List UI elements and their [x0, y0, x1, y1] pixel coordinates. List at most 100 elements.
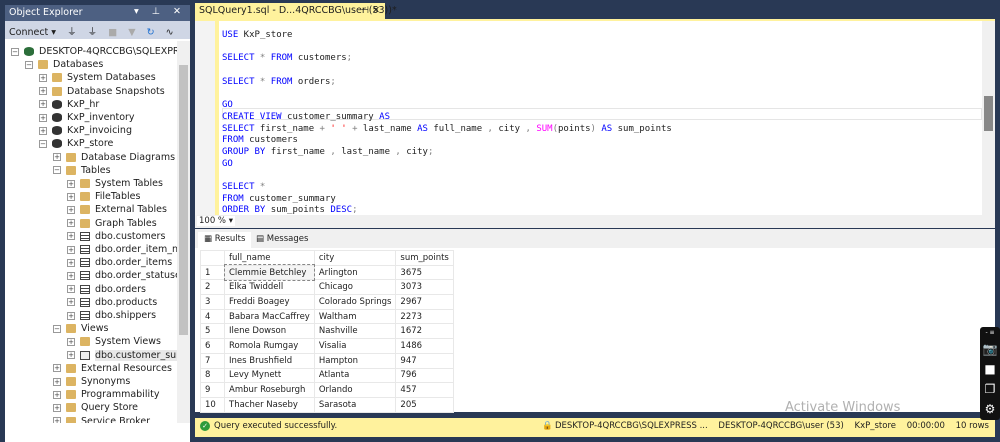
table-cell[interactable]: Sarasota: [313, 396, 397, 413]
tree-node[interactable]: + Service Broker: [53, 415, 150, 423]
expand-icon[interactable]: +: [67, 179, 75, 188]
column-header[interactable]: full_name: [224, 250, 315, 266]
row-number[interactable]: 5: [200, 323, 225, 340]
row-number[interactable]: 9: [200, 382, 225, 398]
table-cell[interactable]: Colorado Springs: [313, 294, 397, 310]
table-cell[interactable]: 2967: [395, 294, 454, 310]
column-header[interactable]: sum_points: [395, 250, 454, 266]
tab-results[interactable]: ▦ Results: [198, 232, 252, 248]
expand-icon[interactable]: +: [67, 285, 75, 294]
results-grid[interactable]: full_name city sum_points 1 Clemmie Betch…: [195, 248, 995, 413]
expand-icon[interactable]: +: [67, 219, 75, 228]
table-cell[interactable]: 457: [395, 382, 454, 398]
table-row[interactable]: 9 Ambur Roseburgh Orlando 457: [200, 382, 454, 398]
tree-node[interactable]: + dbo.shippers: [67, 309, 156, 322]
table-cell[interactable]: Clemmie Betchley: [223, 264, 316, 281]
expand-icon[interactable]: +: [39, 100, 47, 109]
table-row[interactable]: 4 Babara MacCaffrey Waltham 2273: [200, 308, 454, 325]
expand-icon[interactable]: +: [67, 337, 75, 346]
table-cell[interactable]: Ines Brushfield: [224, 352, 315, 369]
expand-icon[interactable]: +: [67, 311, 75, 320]
table-cell[interactable]: Hampton: [313, 352, 397, 369]
expand-icon[interactable]: +: [39, 126, 47, 135]
table-cell[interactable]: Visalia: [313, 338, 397, 354]
disconnect-icon[interactable]: ⏚: [88, 27, 98, 38]
tree-node[interactable]: + System Views: [67, 335, 161, 348]
table-cell[interactable]: 3675: [395, 264, 454, 281]
video-icon[interactable]: ■: [980, 359, 1000, 379]
tree-scrollbar-thumb[interactable]: [179, 65, 188, 335]
expand-icon[interactable]: +: [67, 351, 75, 360]
table-cell[interactable]: Romola Rumgay: [224, 338, 315, 354]
tree-node[interactable]: + External Resources: [53, 362, 172, 375]
tree-node[interactable]: − Databases: [25, 58, 103, 71]
tree-node[interactable]: − DESKTOP-4QRCCBG\SQLEXPRESS (: [11, 45, 177, 58]
tree-node[interactable]: + KxP_inventory: [39, 111, 135, 124]
tree-node[interactable]: + KxP_hr: [39, 98, 99, 111]
table-cell[interactable]: Freddi Boagey: [224, 294, 315, 310]
tree-node[interactable]: − Tables: [53, 164, 111, 177]
expand-icon[interactable]: +: [67, 245, 75, 254]
expand-icon[interactable]: +: [67, 232, 75, 241]
tree-node[interactable]: + dbo.order_statuses: [67, 269, 177, 282]
row-number[interactable]: 1: [200, 264, 225, 281]
tree-node[interactable]: + Graph Tables: [67, 217, 157, 230]
windows-icon[interactable]: ❐: [980, 379, 1000, 399]
table-row[interactable]: 7 Ines Brushfield Hampton 947: [200, 352, 454, 369]
tree-node[interactable]: − Views: [53, 322, 109, 335]
tree-node[interactable]: + dbo.products: [67, 296, 157, 309]
close-icon[interactable]: ✕: [372, 5, 380, 16]
camera-icon[interactable]: 📷: [980, 339, 1000, 359]
tree-node[interactable]: + Database Diagrams: [53, 151, 175, 164]
row-number[interactable]: 3: [200, 294, 225, 310]
row-number[interactable]: 10: [200, 396, 225, 413]
column-header[interactable]: city: [313, 250, 397, 266]
table-row[interactable]: 10 Thacher Naseby Sarasota 205: [200, 396, 454, 413]
expand-icon[interactable]: +: [67, 205, 75, 214]
table-cell[interactable]: Thacher Naseby: [224, 396, 315, 413]
table-cell[interactable]: Levy Mynett: [224, 367, 315, 384]
connect-icon[interactable]: ⏚: [67, 27, 77, 38]
table-cell[interactable]: 1672: [395, 323, 454, 340]
editor-scrollbar-thumb[interactable]: [984, 96, 993, 131]
refresh-icon[interactable]: ↻: [147, 27, 155, 38]
row-number[interactable]: 4: [200, 308, 225, 325]
table-cell[interactable]: Atlanta: [313, 367, 397, 384]
expand-icon[interactable]: +: [53, 403, 61, 412]
table-cell[interactable]: 3073: [395, 279, 454, 296]
row-number[interactable]: 7: [200, 352, 225, 369]
expand-icon[interactable]: +: [67, 271, 75, 280]
table-cell[interactable]: Ilene Dowson: [224, 323, 315, 340]
stop-icon[interactable]: ■: [108, 27, 117, 38]
table-cell[interactable]: 2273: [395, 308, 454, 325]
table-cell[interactable]: Babara MacCaffrey: [224, 308, 315, 325]
collapse-icon[interactable]: −: [25, 60, 33, 69]
table-row[interactable]: 1 Clemmie Betchley Arlington 3675: [200, 264, 454, 281]
expand-icon[interactable]: +: [39, 87, 47, 96]
expand-icon[interactable]: +: [39, 73, 47, 82]
table-cell[interactable]: Waltham: [313, 308, 397, 325]
row-number[interactable]: 8: [200, 367, 225, 384]
tree-node[interactable]: − KxP_store: [39, 137, 113, 150]
tree-node[interactable]: + Database Snapshots: [39, 85, 165, 98]
tab-messages[interactable]: ▤ Messages: [250, 232, 314, 248]
tree-node[interactable]: + dbo.orders: [67, 283, 146, 296]
expand-icon[interactable]: +: [53, 417, 61, 423]
table-row[interactable]: 5 Ilene Dowson Nashville 1672: [200, 323, 454, 340]
pin-icon[interactable]: ⊣: [361, 5, 369, 16]
tree-node[interactable]: + dbo.order_item_notes: [67, 243, 177, 256]
gear-icon[interactable]: ⚙: [980, 399, 1000, 419]
tree-node[interactable]: + dbo.order_items: [67, 256, 172, 269]
collapse-icon[interactable]: −: [53, 324, 61, 333]
activity-icon[interactable]: ∿: [166, 27, 174, 38]
tree-node[interactable]: + Query Store: [53, 401, 138, 414]
table-cell[interactable]: Orlando: [313, 382, 397, 398]
zoom-select[interactable]: 100 % ▾: [197, 216, 235, 226]
table-cell[interactable]: 1486: [395, 338, 454, 354]
table-cell[interactable]: 947: [395, 352, 454, 369]
tree-node[interactable]: + System Tables: [67, 177, 163, 190]
toolbar-grip-icon[interactable]: - ≡: [980, 327, 1000, 339]
tree-node[interactable]: + KxP_invoicing: [39, 124, 132, 137]
expand-icon[interactable]: +: [39, 113, 47, 122]
table-cell[interactable]: Elka Twiddell: [224, 279, 315, 296]
